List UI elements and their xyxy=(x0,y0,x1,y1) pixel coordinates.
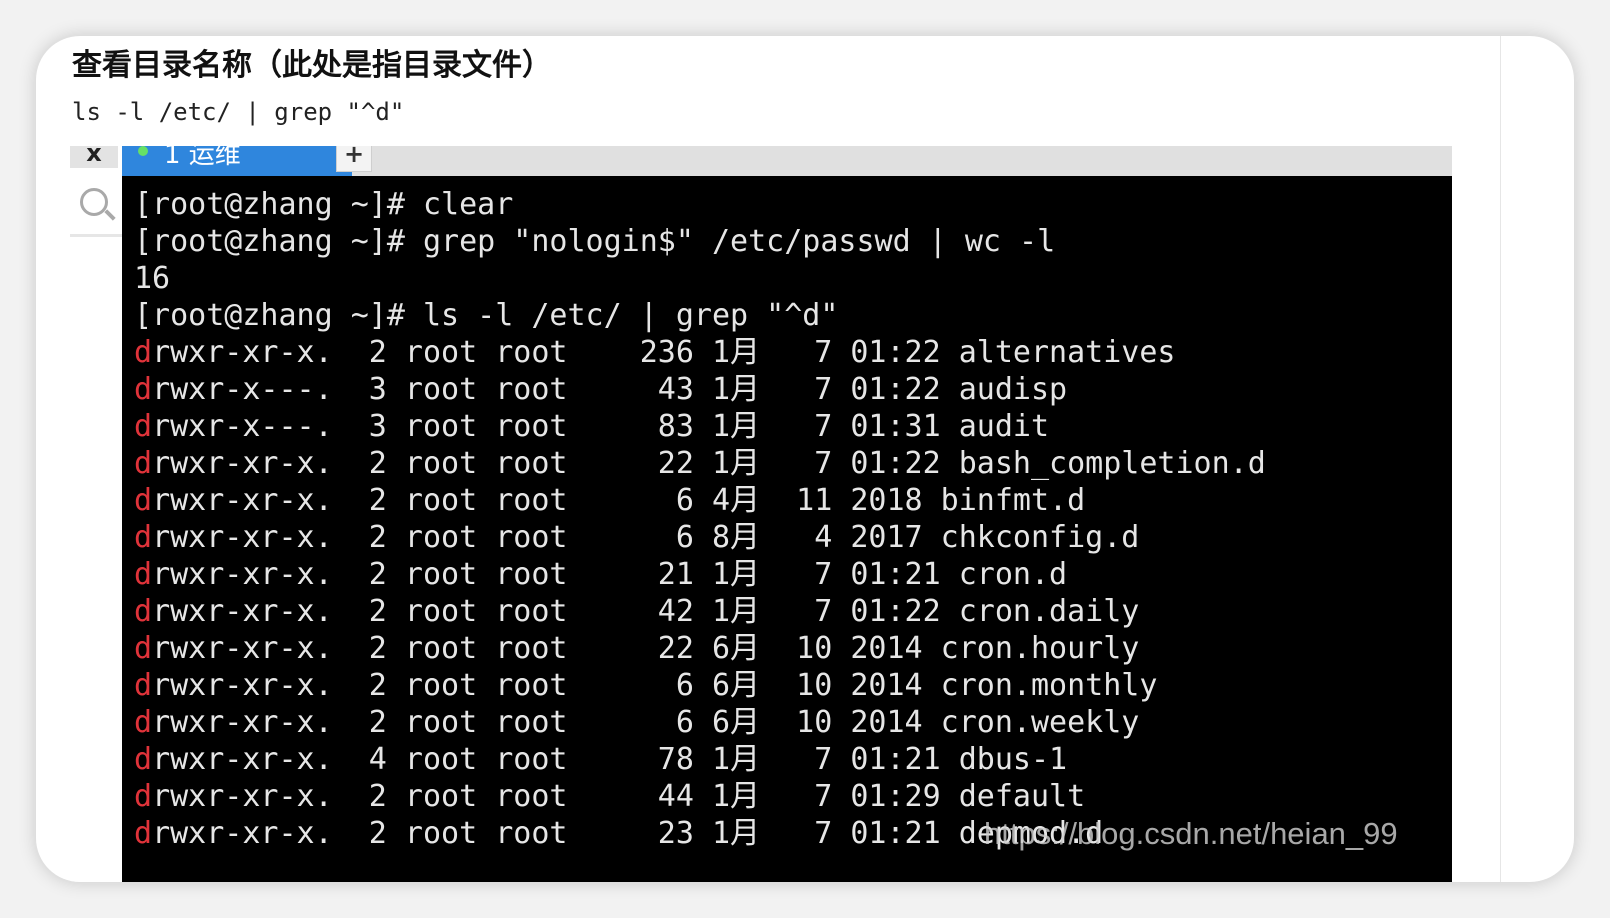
terminal-line-text: rwxr-xr-x. 2 root root 6 6月 10 2014 cron… xyxy=(152,705,1140,740)
terminal-line: [root@zhang ~]# clear xyxy=(134,186,1266,223)
directory-flag: d xyxy=(134,631,153,666)
directory-flag: d xyxy=(134,409,153,444)
terminal-line: drwxr-x---. 3 root root 43 1月 7 01:22 au… xyxy=(134,371,1266,408)
directory-flag: d xyxy=(134,372,153,407)
terminal-line-text: rwxr-xr-x. 4 root root 78 1月 7 01:21 dbu… xyxy=(152,742,1068,777)
terminal-line-text: rwxr-xr-x. 2 root root 6 8月 4 2017 chkco… xyxy=(152,520,1140,555)
directory-flag: d xyxy=(134,520,153,555)
terminal-line: [root@zhang ~]# ls -l /etc/ | grep "^d" xyxy=(134,297,1266,334)
command-snippet: ls -l /etc/ | grep "^d" xyxy=(72,98,405,126)
terminal-output[interactable]: [root@zhang ~]# clear [root@zhang ~]# gre… xyxy=(122,176,1452,882)
terminal-line-text: [root@zhang ~]# grep "nologin$" /etc/pas… xyxy=(134,224,1056,259)
terminal-line: drwxr-xr-x. 2 root root 6 4月 11 2018 bin… xyxy=(134,482,1266,519)
section-heading: 查看目录名称（此处是指目录文件） xyxy=(72,48,552,83)
article-card: 查看目录名称（此处是指目录文件） ls -l /etc/ | grep "^d"… xyxy=(36,36,1574,882)
terminal-line-text: 16 xyxy=(134,261,171,296)
terminal-line-text: rwxr-x---. 3 root root 43 1月 7 01:22 aud… xyxy=(152,372,1068,407)
terminal-lines: [root@zhang ~]# clear [root@zhang ~]# gre… xyxy=(134,186,1266,852)
directory-flag: d xyxy=(134,594,153,629)
terminal-line: drwxr-xr-x. 2 root root 6 6月 10 2014 cro… xyxy=(134,667,1266,704)
strip-divider xyxy=(70,234,122,237)
new-tab-button[interactable]: + xyxy=(336,146,372,172)
terminal-line-text: rwxr-xr-x. 2 root root 42 1月 7 01:22 cro… xyxy=(152,594,1140,629)
terminal-line: drwxr-xr-x. 2 root root 6 6月 10 2014 cro… xyxy=(134,704,1266,741)
directory-flag: d xyxy=(134,335,153,370)
terminal-line-text: rwxr-xr-x. 2 root root 22 1月 7 01:22 bas… xyxy=(152,446,1266,481)
directory-flag: d xyxy=(134,779,153,814)
tab-session-1[interactable]: 1 运维 ^ xyxy=(122,146,352,176)
terminal-line-text: [root@zhang ~]# clear xyxy=(134,187,514,222)
terminal-line-text: rwxr-xr-x. 2 root root 6 6月 10 2014 cron… xyxy=(152,668,1158,703)
watermark: https://blog.csdn.net/heian_99 xyxy=(984,816,1398,851)
session-tab-bar: 1 运维 ^ + xyxy=(122,146,1452,176)
terminal-line-text: rwxr-xr-x. 2 root root 6 4月 11 2018 binf… xyxy=(152,483,1086,518)
terminal-line-text: rwxr-xr-x. 2 root root 236 1月 7 01:22 al… xyxy=(152,335,1176,370)
directory-flag: d xyxy=(134,668,153,703)
terminal-line-text: [root@zhang ~]# ls -l /etc/ | grep "^d" xyxy=(134,298,839,333)
close-icon[interactable]: x xyxy=(70,146,118,168)
terminal-line: drwxr-xr-x. 2 root root 44 1月 7 01:29 de… xyxy=(134,778,1266,815)
terminal-line: drwxr-xr-x. 4 root root 78 1月 7 01:21 db… xyxy=(134,741,1266,778)
magnifier-icon[interactable] xyxy=(80,188,108,216)
terminal-line: 16 xyxy=(134,260,1266,297)
terminal-line-text: rwxr-xr-x. 2 root root 23 1月 7 01:21 dep… xyxy=(152,816,1104,851)
directory-flag: d xyxy=(134,483,153,518)
terminal-screenshot: x 1 运维 ^ + [root@zhang ~]# clear[root@zh… xyxy=(70,146,1452,882)
terminal-line: drwxr-xr-x. 2 root root 6 8月 4 2017 chkc… xyxy=(134,519,1266,556)
tab-close-icon[interactable]: ^ xyxy=(294,146,311,156)
terminal-line: [root@zhang ~]# grep "nologin$" /etc/pas… xyxy=(134,223,1266,260)
directory-flag: d xyxy=(134,742,153,777)
terminal-line: drwxr-xr-x. 2 root root 21 1月 7 01:21 cr… xyxy=(134,556,1266,593)
tab-label: 1 运维 xyxy=(164,146,241,170)
content-divider xyxy=(1500,36,1501,882)
terminal-line-text: rwxr-xr-x. 2 root root 22 6月 10 2014 cro… xyxy=(152,631,1140,666)
terminal-line: drwxr-xr-x. 2 root root 42 1月 7 01:22 cr… xyxy=(134,593,1266,630)
terminal-line-text: rwxr-x---. 3 root root 83 1月 7 01:31 aud… xyxy=(152,409,1050,444)
directory-flag: d xyxy=(134,446,153,481)
terminal-line: drwxr-xr-x. 2 root root 22 6月 10 2014 cr… xyxy=(134,630,1266,667)
terminal-line: drwxr-xr-x. 2 root root 22 1月 7 01:22 ba… xyxy=(134,445,1266,482)
side-strip: x xyxy=(70,146,122,882)
terminal-line-text: rwxr-xr-x. 2 root root 44 1月 7 01:29 def… xyxy=(152,779,1086,814)
terminal-line-text: rwxr-xr-x. 2 root root 21 1月 7 01:21 cro… xyxy=(152,557,1068,592)
directory-flag: d xyxy=(134,705,153,740)
connected-status-icon xyxy=(138,146,148,156)
terminal-line: drwxr-x---. 3 root root 83 1月 7 01:31 au… xyxy=(134,408,1266,445)
directory-flag: d xyxy=(134,816,153,851)
terminal-line: drwxr-xr-x. 2 root root 236 1月 7 01:22 a… xyxy=(134,334,1266,371)
directory-flag: d xyxy=(134,557,153,592)
